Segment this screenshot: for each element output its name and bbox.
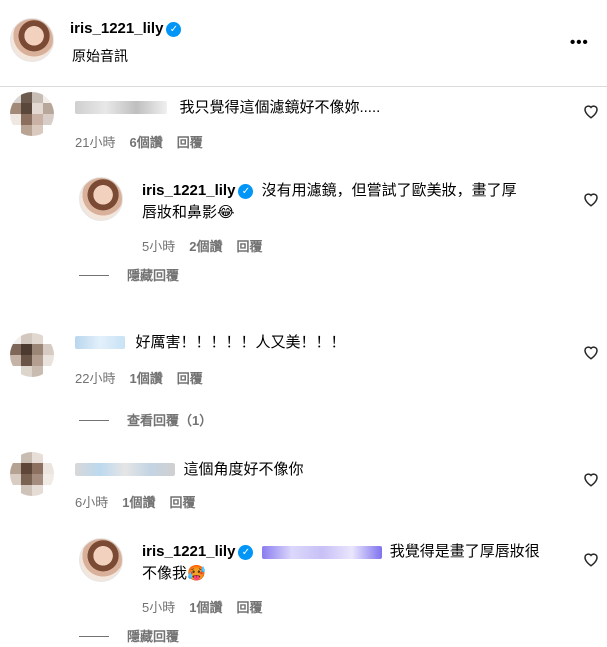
likes-count[interactable]: 1個讚 bbox=[129, 371, 162, 386]
reply-body: iris_1221_lily ✓ 沒有用濾鏡，但嘗試了歐美妝，畫了厚 唇妝和鼻影😂 bbox=[142, 180, 562, 224]
like-heart-icon[interactable] bbox=[582, 190, 600, 208]
hide-replies-button[interactable]: 隱藏回覆 bbox=[127, 629, 179, 644]
divider-line bbox=[79, 636, 109, 638]
likes-count[interactable]: 1個讚 bbox=[122, 495, 155, 510]
comment-text: 這個角度好不像你 bbox=[183, 461, 304, 478]
divider-line bbox=[79, 420, 109, 422]
blurred-username[interactable] bbox=[75, 101, 167, 115]
reply-button[interactable]: 回覆 bbox=[236, 239, 262, 254]
comment-meta: 21小時 6個讚 回覆 bbox=[75, 132, 203, 151]
reply-meta: 5小時 2個讚 回覆 bbox=[142, 236, 262, 255]
author-username[interactable]: iris_1221_lily bbox=[70, 20, 163, 37]
reply-text: 沒有用濾鏡，但嘗試了歐美妝，畫了厚 bbox=[261, 182, 517, 199]
blurred-username[interactable] bbox=[75, 336, 125, 350]
comment-row: 這個角度好不像你 bbox=[75, 459, 303, 481]
comment-row: 我只覺得這個濾鏡好不像妳..... bbox=[75, 97, 380, 119]
reply-button[interactable]: 回覆 bbox=[169, 495, 195, 510]
like-heart-icon[interactable] bbox=[582, 470, 600, 488]
divider-line bbox=[79, 275, 109, 277]
likes-count[interactable]: 1個讚 bbox=[189, 600, 222, 615]
comment-meta: 22小時 1個讚 回覆 bbox=[75, 368, 203, 387]
avatar[interactable] bbox=[79, 538, 123, 582]
avatar[interactable] bbox=[10, 333, 54, 377]
reply-button[interactable]: 回覆 bbox=[236, 600, 262, 615]
likes-count[interactable]: 2個讚 bbox=[189, 239, 222, 254]
like-heart-icon[interactable] bbox=[582, 550, 600, 568]
reply-meta: 5小時 1個讚 回覆 bbox=[142, 597, 262, 616]
blurred-mention[interactable] bbox=[261, 545, 382, 559]
comment-time: 6小時 bbox=[75, 495, 109, 510]
avatar[interactable] bbox=[10, 92, 54, 136]
comment-meta: 6小時 1個讚 回覆 bbox=[75, 492, 195, 511]
comment-text: 好厲害！！！！！人又美！！！ bbox=[135, 334, 346, 351]
audio-label[interactable]: 原始音訊 bbox=[72, 46, 128, 66]
hot-face-emoji-icon: 🥵 bbox=[187, 565, 206, 582]
comment-time: 5小時 bbox=[142, 239, 176, 254]
comment-row: 好厲害！！！！！人又美！！！ bbox=[75, 332, 345, 354]
like-heart-icon[interactable] bbox=[582, 343, 600, 361]
reply-text-cont: 唇妝和鼻影 bbox=[142, 204, 218, 221]
author-row: iris_1221_lily ✓ bbox=[70, 20, 182, 38]
comment-time: 21小時 bbox=[75, 135, 116, 150]
reply-body: iris_1221_lily ✓ 我覺得是畫了厚唇妝很 不像我🥵 bbox=[142, 541, 572, 585]
avatar[interactable] bbox=[10, 452, 54, 496]
comment-text: 我只覺得這個濾鏡好不像妳..... bbox=[179, 99, 381, 116]
avatar[interactable] bbox=[10, 18, 54, 62]
reply-button[interactable]: 回覆 bbox=[177, 135, 203, 150]
view-replies[interactable]: 查看回覆（1） bbox=[79, 410, 212, 430]
verified-badge-icon: ✓ bbox=[238, 545, 254, 560]
hide-replies[interactable]: 隱藏回覆 bbox=[79, 626, 179, 646]
likes-count[interactable]: 6個讚 bbox=[129, 135, 162, 150]
more-options-icon[interactable]: ••• bbox=[570, 34, 589, 51]
view-replies-button[interactable]: 查看回覆（1） bbox=[127, 413, 212, 428]
blurred-username[interactable] bbox=[75, 463, 175, 477]
reply-username[interactable]: iris_1221_lily bbox=[142, 182, 235, 199]
post-header: iris_1221_lily ✓ 原始音訊 ••• bbox=[0, 0, 607, 87]
verified-badge-icon: ✓ bbox=[238, 184, 254, 199]
verified-badge-icon: ✓ bbox=[166, 22, 182, 37]
reply-text: 我覺得是畫了厚唇妝很 bbox=[389, 543, 540, 560]
avatar[interactable] bbox=[79, 177, 123, 221]
reply-button[interactable]: 回覆 bbox=[177, 371, 203, 386]
hide-replies-button[interactable]: 隱藏回覆 bbox=[127, 268, 179, 283]
comment-time: 22小時 bbox=[75, 371, 116, 386]
laugh-emoji-icon: 😂 bbox=[217, 204, 235, 221]
reply-text-cont: 不像我 bbox=[142, 565, 188, 582]
reply-username[interactable]: iris_1221_lily bbox=[142, 543, 235, 560]
like-heart-icon[interactable] bbox=[582, 102, 600, 120]
hide-replies[interactable]: 隱藏回覆 bbox=[79, 265, 179, 285]
comment-time: 5小時 bbox=[142, 600, 176, 615]
